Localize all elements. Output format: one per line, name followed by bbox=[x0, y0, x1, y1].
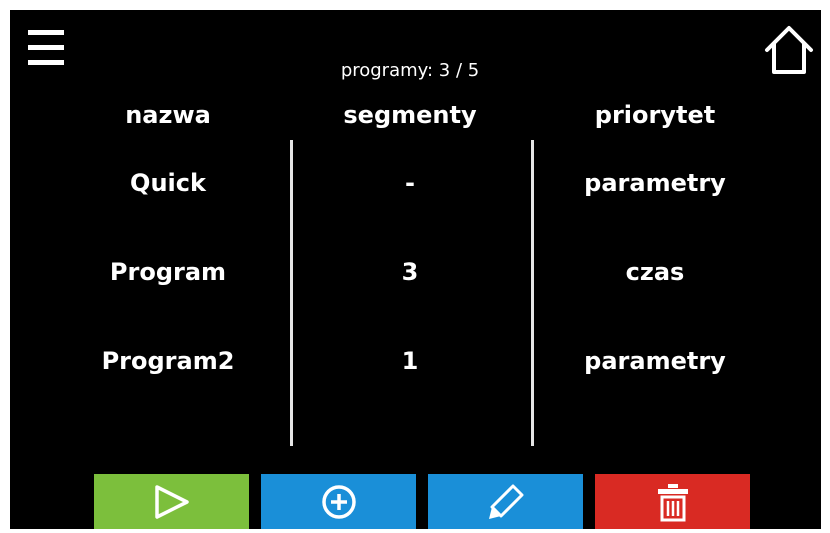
program-segments-cell[interactable]: 1 bbox=[310, 347, 510, 375]
column-divider bbox=[290, 140, 293, 446]
delete-program-button[interactable] bbox=[595, 474, 750, 529]
program-list-screen: programy: 3 / 5 nazwa segmenty priorytet… bbox=[10, 10, 821, 529]
program-segments-cell[interactable]: 3 bbox=[310, 258, 510, 286]
program-priority-cell[interactable]: parametry bbox=[555, 169, 755, 197]
add-program-button[interactable] bbox=[261, 474, 416, 529]
trash-icon bbox=[657, 483, 688, 521]
add-circle-icon bbox=[321, 484, 356, 519]
program-priority-cell[interactable]: czas bbox=[555, 258, 755, 286]
column-divider bbox=[531, 140, 534, 446]
program-segments-cell[interactable]: - bbox=[310, 169, 510, 197]
hamburger-menu-icon bbox=[28, 45, 64, 50]
program-priority-cell[interactable]: parametry bbox=[555, 347, 755, 375]
start-program-button[interactable] bbox=[94, 474, 249, 529]
menu-button[interactable] bbox=[28, 30, 64, 70]
column-header-segments: segmenty bbox=[343, 101, 477, 129]
column-header-name: nazwa bbox=[125, 101, 211, 129]
column-header-priority: priorytet bbox=[594, 101, 716, 129]
hamburger-menu-icon bbox=[28, 30, 64, 35]
programs-count: programy: 3 / 5 bbox=[340, 60, 480, 81]
edit-pencil-icon bbox=[488, 484, 523, 519]
hamburger-menu-icon bbox=[28, 60, 64, 65]
home-icon bbox=[765, 26, 813, 74]
program-name-cell[interactable]: Quick bbox=[68, 169, 268, 197]
program-name-cell[interactable]: Program bbox=[68, 258, 268, 286]
edit-program-button[interactable] bbox=[428, 474, 583, 529]
program-name-cell[interactable]: Program2 bbox=[68, 347, 268, 375]
home-button[interactable] bbox=[764, 24, 814, 76]
play-icon bbox=[154, 484, 189, 519]
